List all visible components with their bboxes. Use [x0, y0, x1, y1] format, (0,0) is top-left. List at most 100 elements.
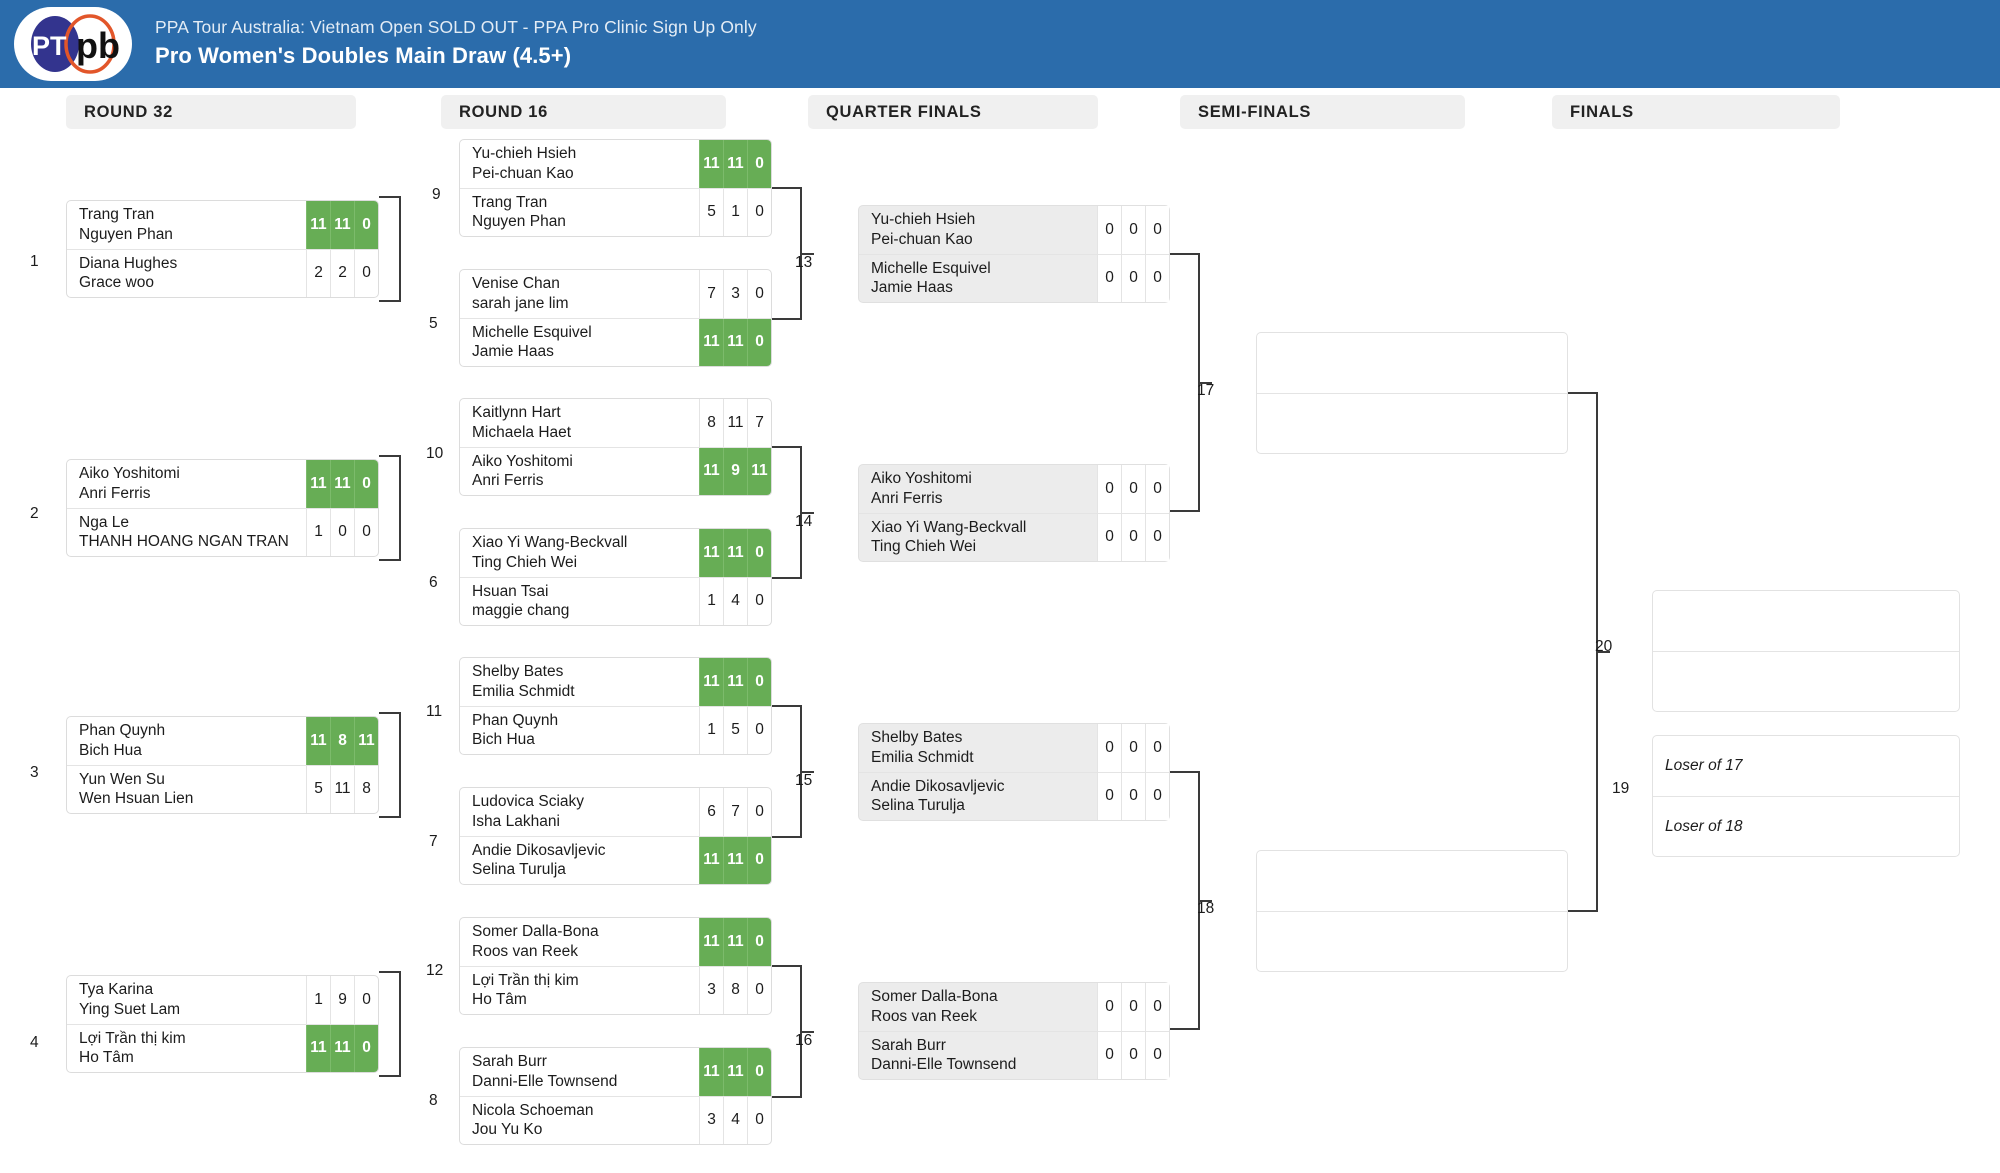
- team-row-bottom[interactable]: Hsuan Tsai maggie chang 1 4 0: [460, 576, 771, 625]
- match-box-final-20[interactable]: [1652, 590, 1960, 712]
- match-box-qf-16[interactable]: Somer Dalla-Bona Roos van Reek 0 0 0 Sar…: [858, 982, 1170, 1080]
- match-box-sf-17[interactable]: [1256, 332, 1568, 454]
- team-row-bottom[interactable]: Diana Hughes Grace woo 2 2 0: [67, 248, 378, 297]
- score-cells: 8 11 7: [699, 399, 771, 447]
- team-row-top[interactable]: Aiko Yoshitomi Anri Ferris 11 11 0: [67, 460, 378, 508]
- team-row-top[interactable]: Somer Dalla-Bona Roos van Reek 11 11 0: [460, 918, 771, 966]
- match-box-r16-9[interactable]: Yu-chieh Hsieh Pei-chuan Kao 11 11 0 Tra…: [459, 139, 772, 237]
- team-row-bottom[interactable]: [1257, 910, 1567, 972]
- score-cells: 0 0 0: [1097, 983, 1169, 1031]
- team-row-top[interactable]: Somer Dalla-Bona Roos van Reek 0 0 0: [859, 983, 1169, 1031]
- match-box-r16-10[interactable]: Kaitlynn Hart Michaela Haet 8 11 7 Aiko …: [459, 398, 772, 496]
- score-cells: 1 5 0: [699, 706, 771, 754]
- score-cells: 0 0 0: [1097, 1031, 1169, 1079]
- match-box-r32-4[interactable]: Tya Karina Ying Suet Lam 1 9 0 Lợi Trần …: [66, 975, 379, 1073]
- match-box-r16-6[interactable]: Xiao Yi Wang-Beckvall Ting Chieh Wei 11 …: [459, 528, 772, 626]
- team-row-top[interactable]: [1257, 333, 1567, 393]
- player-name: Wen Hsuan Lien: [79, 790, 194, 808]
- match-box-sf-18[interactable]: [1256, 850, 1568, 972]
- player-name: Yu-chieh Hsieh: [472, 145, 577, 163]
- score-game-1: 11: [699, 447, 723, 495]
- player-name: Jamie Haas: [871, 279, 953, 297]
- score-game-1: 5: [699, 188, 723, 236]
- team-row-bottom[interactable]: Phan Quynh Bich Hua 1 5 0: [460, 705, 771, 755]
- match-box-r16-5[interactable]: Venise Chan sarah jane lim 7 3 0 Michell…: [459, 269, 772, 367]
- match-box-third-place-19[interactable]: Loser of 17 Loser of 18: [1652, 735, 1960, 857]
- score-game-2: 9: [723, 447, 747, 495]
- team-row-bottom[interactable]: Aiko Yoshitomi Anri Ferris 11 9 11: [460, 446, 771, 496]
- team-row-top[interactable]: Shelby Bates Emilia Schmidt 0 0 0: [859, 724, 1169, 772]
- match-number-13: 13: [795, 254, 813, 271]
- score-game-1: 0: [1097, 724, 1121, 772]
- team-row-bottom[interactable]: Sarah Burr Danni-Elle Townsend 0 0 0: [859, 1030, 1169, 1079]
- team-row-bottom[interactable]: Loser of 18: [1653, 795, 1959, 857]
- team-row-bottom[interactable]: Xiao Yi Wang-Beckvall Ting Chieh Wei 0 0…: [859, 512, 1169, 561]
- match-box-r16-12[interactable]: Somer Dalla-Bona Roos van Reek 11 11 0 L…: [459, 917, 772, 1015]
- match-box-r32-2[interactable]: Aiko Yoshitomi Anri Ferris 11 11 0 Nga L…: [66, 459, 379, 557]
- match-box-r32-3[interactable]: Phan Quynh Bich Hua 11 8 11 Yun Wen Su W…: [66, 716, 379, 814]
- match-box-qf-14[interactable]: Aiko Yoshitomi Anri Ferris 0 0 0 Xiao Yi…: [858, 464, 1170, 562]
- team-row-bottom[interactable]: Michelle Esquivel Jamie Haas 11 11 0: [460, 317, 771, 366]
- match-box-qf-13[interactable]: Yu-chieh Hsieh Pei-chuan Kao 0 0 0 Miche…: [858, 205, 1170, 303]
- team-names: Aiko Yoshitomi Anri Ferris: [460, 448, 699, 496]
- team-row-top[interactable]: Loser of 17: [1653, 736, 1959, 796]
- team-row-bottom[interactable]: Michelle Esquivel Jamie Haas 0 0 0: [859, 253, 1169, 302]
- team-row-bottom[interactable]: Nga Le THANH HOANG NGAN TRAN 1 0 0: [67, 507, 378, 556]
- player-name: maggie chang: [472, 602, 570, 620]
- score-game-2: 11: [723, 1048, 747, 1096]
- team-row-top[interactable]: Aiko Yoshitomi Anri Ferris 0 0 0: [859, 465, 1169, 513]
- team-row-top[interactable]: Phan Quynh Bich Hua 11 8 11: [67, 717, 378, 765]
- team-names: Phan Quynh Bich Hua: [460, 707, 699, 755]
- score-game-1: 11: [699, 140, 723, 188]
- team-names: Xiao Yi Wang-Beckvall Ting Chieh Wei: [460, 529, 699, 577]
- player-name: Xiao Yi Wang-Beckvall: [472, 534, 628, 552]
- team-row-bottom[interactable]: Nicola Schoeman Jou Yu Ko 3 4 0: [460, 1095, 771, 1144]
- match-box-r16-8[interactable]: Sarah Burr Danni-Elle Townsend 11 11 0 N…: [459, 1047, 772, 1145]
- match-box-r16-11[interactable]: Shelby Bates Emilia Schmidt 11 11 0 Phan…: [459, 657, 772, 755]
- team-row-top[interactable]: Kaitlynn Hart Michaela Haet 8 11 7: [460, 399, 771, 447]
- team-row-bottom[interactable]: Lợi Trần thị kim Ho Tâm 3 8 0: [460, 965, 771, 1014]
- team-row-bottom[interactable]: Trang Tran Nguyen Phan 5 1 0: [460, 187, 771, 236]
- team-row-bottom[interactable]: Lợi Trần thị kim Ho Tâm 11 11 0: [67, 1023, 378, 1072]
- player-name: Bich Hua: [472, 731, 535, 749]
- player-name: Shelby Bates: [871, 729, 963, 747]
- score-game-2: 0: [330, 508, 354, 556]
- match-box-r16-7[interactable]: Ludovica Sciaky Isha Lakhani 6 7 0 Andie…: [459, 787, 772, 885]
- score-game-1: 3: [699, 966, 723, 1014]
- score-game-3: 0: [354, 508, 378, 556]
- team-row-bottom[interactable]: Andie Dikosavljevic Selina Turulja 11 11…: [460, 835, 771, 884]
- team-row-top[interactable]: Tya Karina Ying Suet Lam 1 9 0: [67, 976, 378, 1024]
- team-row-top[interactable]: Yu-chieh Hsieh Pei-chuan Kao 0 0 0: [859, 206, 1169, 254]
- player-name: sarah jane lim: [472, 294, 569, 312]
- team-row-bottom[interactable]: Andie Dikosavljevic Selina Turulja 0 0 0: [859, 771, 1169, 820]
- match-box-r32-1[interactable]: Trang Tran Nguyen Phan 11 11 0 Diana Hug…: [66, 200, 379, 298]
- score-game-3: 0: [1145, 1031, 1169, 1079]
- team-row-top[interactable]: Trang Tran Nguyen Phan 11 11 0: [67, 201, 378, 249]
- score-game-2: 0: [1121, 254, 1145, 302]
- team-row-bottom[interactable]: Yun Wen Su Wen Hsuan Lien 5 11 8: [67, 764, 378, 813]
- team-row-top[interactable]: Xiao Yi Wang-Beckvall Ting Chieh Wei 11 …: [460, 529, 771, 577]
- team-row-top[interactable]: Shelby Bates Emilia Schmidt 11 11 0: [460, 658, 771, 706]
- score-game-3: 0: [354, 201, 378, 249]
- player-name: Michelle Esquivel: [472, 323, 592, 341]
- team-row-top[interactable]: Yu-chieh Hsieh Pei-chuan Kao 11 11 0: [460, 140, 771, 188]
- team-row-top[interactable]: [1257, 851, 1567, 911]
- player-name: Phan Quynh: [472, 711, 559, 729]
- player-name: Michaela Haet: [472, 423, 572, 441]
- score-game-2: 11: [330, 460, 354, 508]
- player-name: Selina Turulja: [871, 797, 965, 815]
- score-game-3: 0: [1145, 206, 1169, 254]
- team-row-top[interactable]: [1653, 591, 1959, 651]
- team-row-bottom[interactable]: [1653, 650, 1959, 712]
- player-name: Anri Ferris: [79, 484, 151, 502]
- team-row-bottom[interactable]: [1257, 392, 1567, 454]
- match-box-qf-15[interactable]: Shelby Bates Emilia Schmidt 0 0 0 Andie …: [858, 723, 1170, 821]
- player-name: Xiao Yi Wang-Beckvall: [871, 518, 1027, 536]
- team-row-top[interactable]: Venise Chan sarah jane lim 7 3 0: [460, 270, 771, 318]
- team-row-top[interactable]: Ludovica Sciaky Isha Lakhani 6 7 0: [460, 788, 771, 836]
- player-name: Sarah Burr: [871, 1036, 946, 1054]
- team-names: Sarah Burr Danni-Elle Townsend: [460, 1048, 699, 1096]
- player-name: Shelby Bates: [472, 663, 564, 681]
- team-row-top[interactable]: Sarah Burr Danni-Elle Townsend 11 11 0: [460, 1048, 771, 1096]
- score-game-3: 0: [747, 270, 771, 318]
